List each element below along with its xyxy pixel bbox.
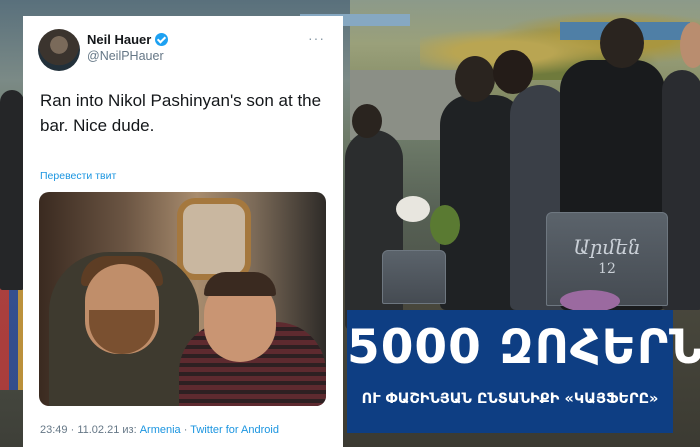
white-flowers [396, 196, 430, 222]
tweet-text: Ran into Nikol Pashinyan's son at the ba… [40, 88, 330, 138]
mourner [0, 90, 24, 290]
avatar[interactable] [38, 29, 80, 71]
mourner-head [455, 56, 495, 102]
gravestone-name: Արմեն [573, 235, 641, 259]
tweet-text-line: bar. Nice dude. [40, 116, 155, 135]
mourner-head [352, 104, 382, 138]
tweet-text-line: Ran into Nikol Pashinyan's son at the [40, 91, 322, 110]
subheadline: ՈՒ ՓԱՇԻՆՅԱՆ ԸՆՏԱՆԻՔԻ «ԿԱՅՖԵՐԸ» [361, 391, 659, 407]
author-name[interactable]: Neil Hauer [87, 32, 151, 47]
client-link[interactable]: Twitter for Android [190, 424, 279, 436]
tweet-time: 23:49 [40, 424, 68, 436]
headline-banner: 5000 ԶՈՀԵՐՆ ՈՒ ՓԱՇԻՆՅԱՆ ԸՆՏԱՆԻՔԻ «ԿԱՅՖԵՐ… [347, 310, 700, 433]
separator: · [70, 424, 75, 436]
tweet-card[interactable]: Neil Hauer @NeilPHauer ··· Ran into Niko… [23, 16, 343, 447]
mourner-head [493, 50, 533, 94]
gravestone-number: 12 [598, 261, 616, 277]
flowers [560, 290, 620, 312]
verified-badge-icon [155, 33, 168, 46]
tweet-date: 11.02.21 [77, 424, 120, 436]
ornate-mirror [177, 198, 251, 280]
tweet-meta: 23:49 · 11.02.21 из: Armenia · Twitter f… [40, 424, 279, 436]
more-dots-icon[interactable]: ··· [308, 30, 325, 46]
translate-tweet-link[interactable]: Перевести твит [40, 170, 116, 182]
tweet-photo[interactable] [39, 192, 326, 406]
separator: · [183, 424, 188, 436]
from-label: из: [122, 424, 137, 436]
location-link[interactable]: Armenia [140, 424, 181, 436]
green-wreath [430, 205, 460, 245]
headline: 5000 ԶՈՀԵՐՆ [347, 320, 700, 375]
gravestone [382, 250, 446, 304]
hair [204, 272, 276, 296]
mourner-face [680, 22, 700, 68]
author-handle[interactable]: @NeilPHauer [87, 49, 164, 63]
mourner-head [600, 18, 644, 68]
